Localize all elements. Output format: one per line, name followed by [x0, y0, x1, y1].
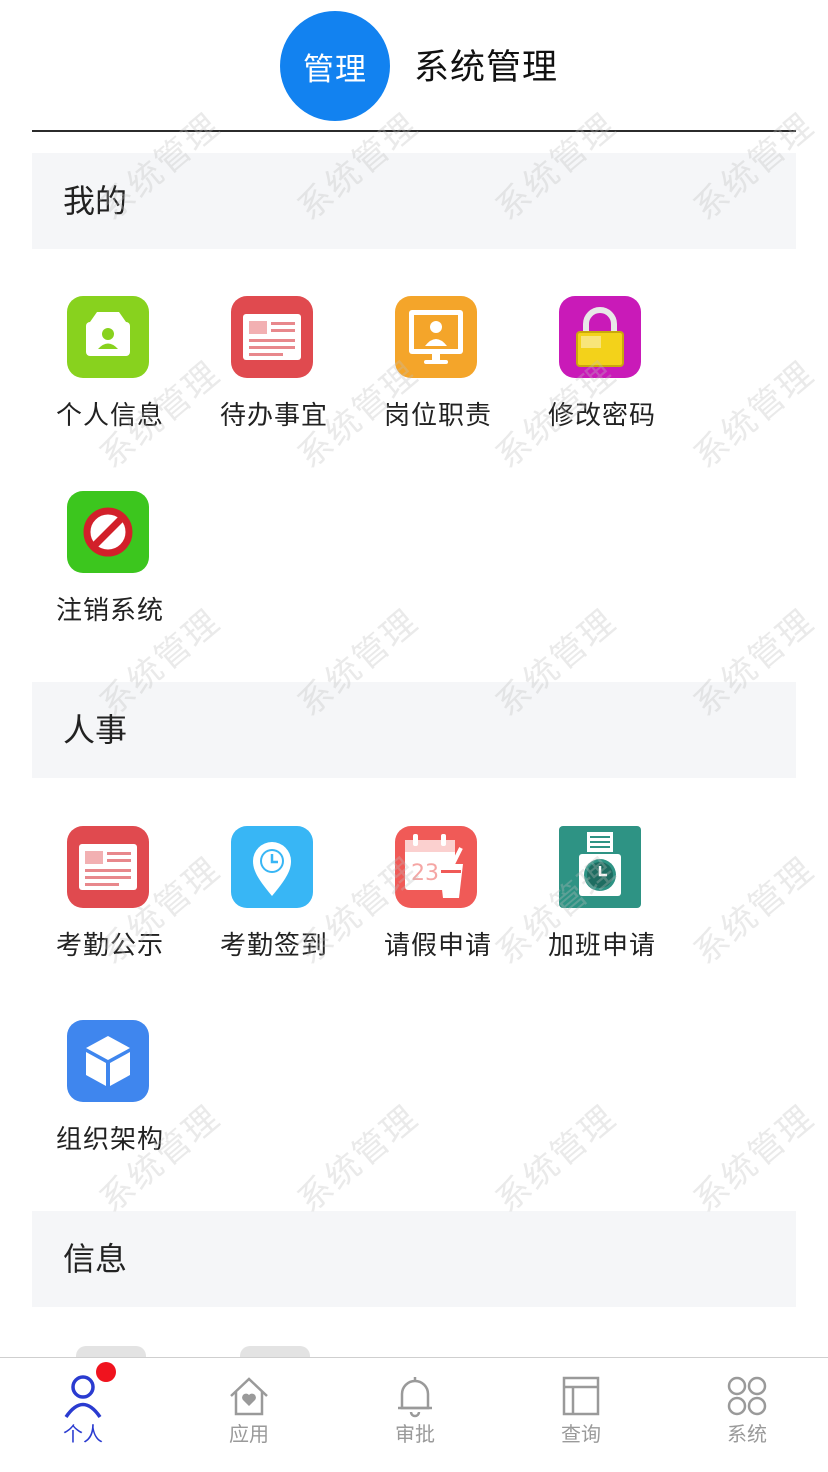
- tile-overtime-request[interactable]: 加班申请: [524, 826, 684, 976]
- overtime-clock-icon: [559, 826, 641, 908]
- tile-label: 个人信息: [55, 401, 164, 431]
- tile-attendance-notice[interactable]: 考勤公示: [32, 826, 192, 976]
- tab-label: 个人: [63, 1422, 103, 1446]
- lock-icon: [559, 296, 641, 378]
- bell-icon: [393, 1374, 437, 1418]
- attendance-notice-icon: [67, 826, 149, 908]
- tab-approval[interactable]: 审批: [332, 1358, 498, 1472]
- todo-document-icon: [231, 296, 313, 378]
- tab-personal[interactable]: 个人: [0, 1358, 166, 1472]
- bottom-tab-bar: 个人 应用 审批 查询 系统: [0, 1357, 828, 1472]
- tile-label: 岗位职责: [383, 401, 492, 431]
- tab-label: 系统: [727, 1422, 767, 1446]
- tile-personal-info[interactable]: 个人信息: [32, 296, 192, 446]
- section-header-hr: 人事: [32, 682, 796, 778]
- tile-label: 注销系统: [55, 596, 164, 626]
- section-title: 信息: [63, 1240, 128, 1278]
- section-title: 人事: [63, 711, 128, 749]
- header-divider: [32, 130, 796, 132]
- tab-label: 应用: [229, 1422, 269, 1446]
- tile-label: 修改密码: [547, 401, 656, 431]
- logout-forbidden-icon: [67, 491, 149, 573]
- tab-label: 查询: [561, 1422, 601, 1446]
- tile-label: 加班申请: [547, 931, 656, 961]
- clock-in-location-icon: [231, 826, 313, 908]
- watermark: 系统管理: [488, 1097, 625, 1221]
- apps-grid-icon: [725, 1374, 769, 1418]
- app-title: 系统管理: [414, 48, 559, 88]
- tile-label: 考勤签到: [219, 931, 328, 961]
- watermark: 系统管理: [290, 1097, 427, 1221]
- watermark: 系统管理: [686, 353, 823, 477]
- leave-calendar-icon: 23: [395, 826, 477, 908]
- tile-label: 组织架构: [55, 1125, 164, 1155]
- app-logo: 管理: [280, 11, 390, 121]
- tile-organization[interactable]: 组织架构: [32, 1020, 192, 1170]
- tile-leave-request[interactable]: 23 请假申请: [360, 826, 520, 976]
- section-header-mine: 我的: [32, 153, 796, 249]
- position-duty-icon: [395, 296, 477, 378]
- organization-cube-icon: [67, 1020, 149, 1102]
- tile-change-password[interactable]: 修改密码: [524, 296, 684, 446]
- watermark: 系统管理: [686, 849, 823, 973]
- tab-system[interactable]: 系统: [664, 1358, 828, 1472]
- section-title: 我的: [63, 182, 128, 220]
- panel-layout-icon: [559, 1374, 603, 1418]
- person-icon: [61, 1374, 105, 1419]
- tile-todo[interactable]: 待办事宜: [196, 296, 356, 446]
- tab-label: 审批: [395, 1422, 435, 1446]
- tab-apps[interactable]: 应用: [166, 1358, 332, 1472]
- app-header: 管理 系统管理: [0, 0, 828, 132]
- watermark: 系统管理: [686, 1097, 823, 1221]
- tile-clock-in[interactable]: 考勤签到: [196, 826, 356, 976]
- section-header-info: 信息: [32, 1211, 796, 1307]
- home-heart-icon: [227, 1374, 271, 1418]
- notification-badge: [96, 1362, 116, 1382]
- tile-label: 考勤公示: [55, 931, 164, 961]
- tab-query[interactable]: 查询: [498, 1358, 664, 1472]
- tile-label: 请假申请: [383, 931, 492, 961]
- tile-position-duty[interactable]: 岗位职责: [360, 296, 520, 446]
- profile-card-icon: [67, 296, 149, 378]
- tile-label: 待办事宜: [219, 401, 328, 431]
- svg-text:23: 23: [411, 861, 439, 886]
- tile-logout[interactable]: 注销系统: [32, 491, 192, 641]
